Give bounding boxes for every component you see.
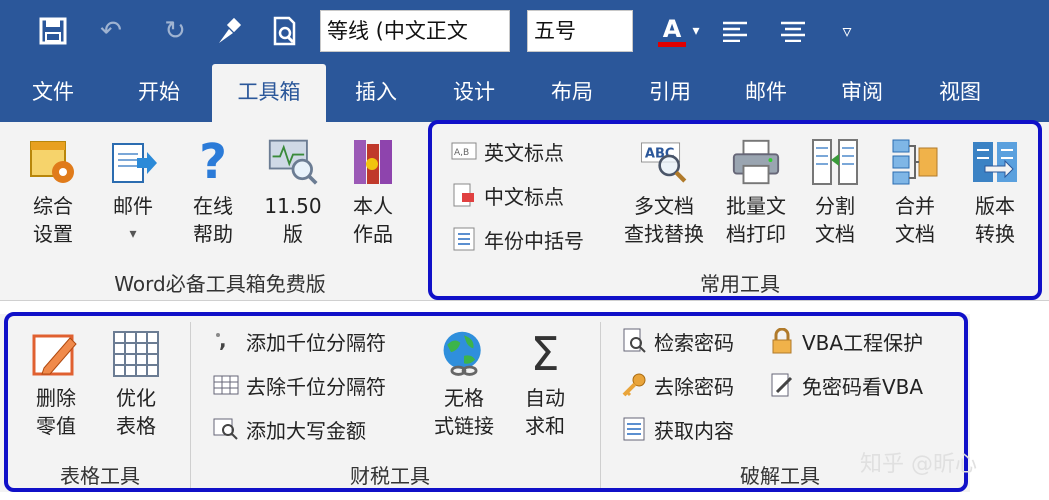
help-label-1: 在线 (193, 194, 233, 218)
tab-references[interactable]: 引用 (630, 64, 710, 122)
version-label-2: 版 (283, 222, 303, 246)
mail-icon (107, 136, 159, 188)
settings-label-2: 设置 (33, 222, 73, 246)
settings-button[interactable]: 综合 设置 (18, 136, 88, 248)
highlight-bottom-groups (4, 312, 968, 492)
highlight-common-tools (428, 120, 1042, 300)
mail-label-1: 邮件 (113, 194, 153, 218)
tab-review[interactable]: 审阅 (822, 64, 902, 122)
tab-file[interactable]: 文件 (14, 64, 92, 122)
watermark-text: 知乎 @昕心 (860, 452, 977, 477)
format-painter-icon[interactable] (212, 12, 246, 50)
save-icon[interactable] (36, 12, 70, 50)
tab-insert[interactable]: 插入 (336, 64, 416, 122)
tab-mailings[interactable]: 邮件 (726, 64, 806, 122)
books-icon (347, 136, 399, 188)
online-help-button[interactable]: ? 在线 帮助 (178, 136, 248, 248)
tab-toolbox[interactable]: 工具箱 (212, 64, 326, 122)
tab-layout[interactable]: 布局 (532, 64, 612, 122)
help-question-icon: ? (199, 134, 227, 190)
settings-icon (27, 136, 79, 188)
font-size-box[interactable]: 五号 (527, 10, 633, 52)
help-label-2: 帮助 (193, 222, 233, 246)
tab-home[interactable]: 开始 (118, 64, 200, 122)
customize-qat-icon[interactable]: ▿ (830, 12, 864, 50)
undo-icon[interactable]: ↶ (94, 12, 128, 50)
redo-icon[interactable]: ↻ (158, 12, 192, 50)
mail-button[interactable]: 邮件 ▾ (98, 136, 168, 248)
align-center-icon[interactable] (776, 12, 810, 50)
tab-design[interactable]: 设计 (434, 64, 514, 122)
version-label-1: 11.50 (264, 194, 322, 218)
print-preview-icon[interactable] (268, 12, 302, 50)
font-name-box[interactable]: 等线 (中文正文 (320, 10, 510, 52)
tab-view[interactable]: 视图 (920, 64, 1000, 122)
quick-access-toolbar: ↶ ↻ 等线 (中文正文 五号 A ▾ ▿ (0, 0, 1049, 64)
align-left-icon[interactable] (718, 12, 752, 50)
font-color-dropdown-icon[interactable]: ▾ (686, 12, 706, 50)
group-title-free-toolbox: Word必备工具箱免费版 (114, 272, 326, 296)
font-color-bar (658, 41, 686, 47)
mail-dropdown-arrow: ▾ (129, 226, 137, 242)
works-label-2: 作品 (353, 222, 393, 246)
my-works-button[interactable]: 本人 作品 (338, 136, 408, 248)
font-color-icon: A (662, 14, 682, 43)
works-label-1: 本人 (353, 194, 393, 218)
ribbon-tabs: 文件 开始 工具箱 插入 设计 布局 引用 邮件 审阅 视图 (0, 64, 1049, 122)
version-button[interactable]: 11.50 版 (258, 136, 328, 248)
settings-label-1: 综合 (33, 194, 73, 218)
monitor-magnifier-icon (267, 136, 319, 188)
